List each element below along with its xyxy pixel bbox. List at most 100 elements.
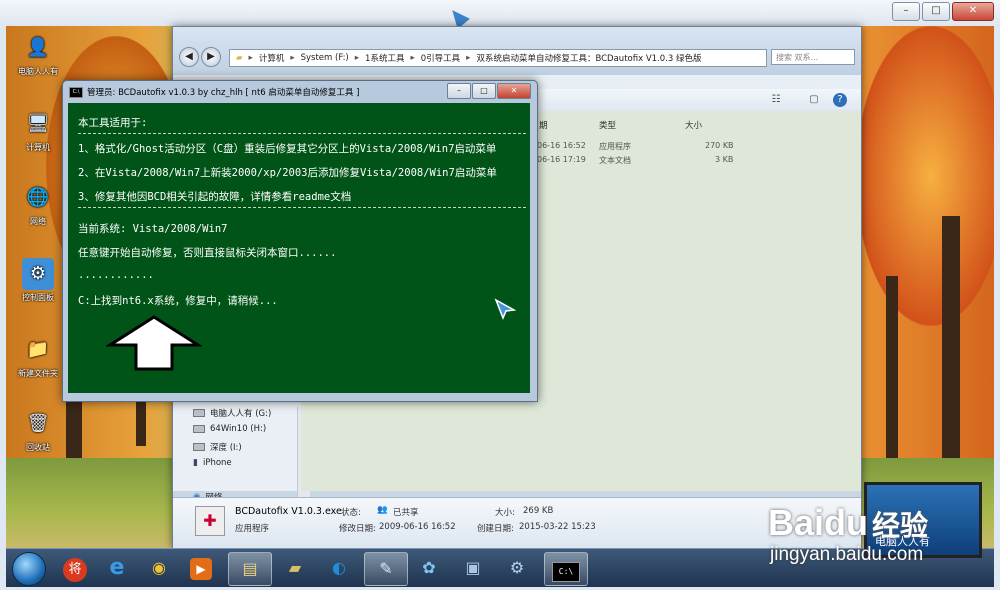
- phone-icon: ▮: [193, 458, 198, 468]
- taskbar-app-ie[interactable]: e: [98, 552, 136, 584]
- breadcrumb-separator: ▸: [248, 53, 253, 63]
- details-filename: BCDautofix V1.0.3.exe: [235, 506, 342, 517]
- desktop-icon-label: 电脑人人有: [18, 67, 58, 76]
- desktop-icon-new-folder[interactable]: 📁 新建文件夹: [10, 334, 66, 379]
- taskbar-app-media[interactable]: ▶: [182, 552, 220, 584]
- console-close-button[interactable]: ✕: [497, 83, 531, 99]
- baidu-logo: Baidu 经验: [768, 502, 928, 544]
- user-folder-icon: 👤: [26, 37, 50, 58]
- desktop-icon-computer[interactable]: 🖥 计算机: [10, 108, 66, 153]
- details-pane: ✚ BCDautofix V1.0.3.exe 应用程序 状态: 👥 已共享 修…: [173, 497, 861, 548]
- row-date: 06-16 16:52: [537, 141, 586, 150]
- explorer-nav-buttons: ◀ ▶: [179, 47, 221, 67]
- file-row[interactable]: 06-16 17:19: [537, 155, 737, 164]
- tool-icon: ⚙: [509, 558, 525, 577]
- breadcrumb-item[interactable]: 计算机: [259, 52, 285, 64]
- breadcrumb-separator: ▸: [466, 53, 471, 63]
- console-line-intro: 本工具适用于:: [78, 117, 148, 129]
- nav-item-drive-i[interactable]: 深度 (I:): [193, 441, 242, 453]
- chrome-icon: ◉: [152, 558, 166, 577]
- folder-icon: ▰: [288, 558, 302, 577]
- breadcrumb-item[interactable]: 0引导工具: [421, 52, 460, 64]
- console-window-controls: – □ ✕: [447, 83, 531, 99]
- breadcrumb-item[interactable]: 1系统工具: [365, 52, 404, 64]
- forward-button[interactable]: ▶: [201, 47, 221, 67]
- outer-titlebar: – □ ✕: [0, 0, 1000, 26]
- computer-icon: 🖥: [26, 113, 50, 134]
- baidu-watermark: 电脑人人有 Baidu 经验 jingyan.baidu.com: [760, 482, 1000, 582]
- folder-icon: 📁: [26, 339, 50, 360]
- taskbar-app-explorer[interactable]: ▤: [228, 552, 272, 586]
- column-header-type[interactable]: 类型: [599, 119, 616, 131]
- nav-item-label: 电脑人人有 (G:): [210, 409, 272, 419]
- console-maximize-button[interactable]: □: [472, 83, 496, 99]
- browser-icon: ◐: [332, 558, 346, 577]
- nav-item-drive-h[interactable]: 64Win10 (H:): [193, 424, 266, 434]
- nav-item-drive-g[interactable]: 电脑人人有 (G:): [193, 407, 271, 419]
- details-modified-value: 2009-06-16 16:52: [379, 522, 456, 532]
- console-line-item1: 1、格式化/Ghost活动分区（C盘）重装后修复其它分区上的Vista/2008…: [78, 143, 497, 155]
- details-size-label: 大小:: [495, 508, 515, 518]
- taskbar-app-notes[interactable]: ✎: [364, 552, 408, 586]
- details-filetype: 应用程序: [235, 524, 270, 534]
- nav-item-iphone[interactable]: ▮ iPhone: [193, 458, 232, 468]
- wallpaper-tree: [856, 26, 994, 326]
- drive-icon: [193, 425, 205, 433]
- column-header-date[interactable]: 期: [539, 119, 548, 131]
- taskbar-app-browser[interactable]: ◐: [320, 552, 358, 584]
- taskbar-app-tool[interactable]: ⚙: [498, 552, 536, 584]
- console-minimize-button[interactable]: –: [447, 83, 471, 99]
- console-line-dots: ............: [78, 269, 154, 281]
- search-input[interactable]: 搜索 双系...: [771, 49, 855, 65]
- console-divider: [78, 133, 526, 134]
- breadcrumb-separator: ▸: [290, 53, 295, 63]
- start-button[interactable]: [12, 552, 46, 586]
- column-header-size[interactable]: 大小: [685, 119, 702, 131]
- desktop-icon-network[interactable]: 🌐 网络: [10, 182, 66, 227]
- desktop-icon-control-panel[interactable]: ⚙ 控制面板: [10, 258, 66, 303]
- console-line-status: C:上找到nt6.x系统，修复中，请稍候...: [78, 295, 278, 307]
- taskbar-app-console[interactable]: C:\: [544, 552, 588, 586]
- back-button[interactable]: ◀: [179, 47, 199, 67]
- console-line-item3: 3、修复其他因BCD相关引起的故障，详情参看readme文档: [78, 191, 352, 203]
- console-divider: [78, 207, 526, 208]
- console-window: C:\ 管理员: BCDautofix v1.0.3 by chz_hlh [ …: [62, 80, 538, 402]
- desktop-icon-user[interactable]: 👤 电脑人人有: [10, 32, 66, 77]
- console-line-current-system: 当前系统: Vista/2008/Win7: [78, 223, 228, 235]
- explorer-header: ◀ ▶ ▰ ▸ 计算机 ▸ System (F:) ▸ 1系统工具 ▸ 0引导工…: [173, 27, 861, 75]
- display-icon: ▣: [465, 558, 481, 577]
- help-icon[interactable]: ?: [833, 93, 847, 107]
- taskbar-app-folder[interactable]: ▰: [276, 552, 314, 584]
- desktop-icon-recycle-bin[interactable]: 🗑 回收站: [10, 408, 66, 453]
- console-icon: C:\: [69, 86, 83, 98]
- up-arrow-icon: [106, 315, 202, 371]
- details-created-label: 创建日期:: [477, 524, 514, 534]
- app-360-icon: 将: [63, 558, 87, 582]
- preview-pane-icon[interactable]: ▢: [807, 93, 821, 107]
- taskbar-app-display[interactable]: ▣: [454, 552, 492, 584]
- taskbar-app-360[interactable]: 将: [56, 552, 94, 584]
- view-options-icon[interactable]: ☷: [769, 93, 783, 107]
- drive-icon: [193, 409, 205, 417]
- outer-window: – □ ✕ 👤 电脑人人有 🖥 计算机 🌐 网络 ⚙ 控制面板 📁 新建文件夹 …: [0, 0, 1000, 590]
- minimize-button[interactable]: –: [892, 2, 920, 21]
- mouse-cursor-icon: [494, 298, 516, 320]
- taskbar-app-flower[interactable]: ✿: [410, 552, 448, 584]
- media-player-icon: ▶: [190, 558, 212, 580]
- taskbar-app-chrome[interactable]: ◉: [140, 552, 178, 584]
- details-modified-label: 修改日期:: [339, 524, 376, 534]
- wallpaper-trunk: [942, 216, 960, 496]
- breadcrumb-item[interactable]: 双系统启动菜单自动修复工具：BCDautofix V1.0.3 绿色版: [476, 52, 701, 64]
- desktop-icon-label: 控制面板: [22, 293, 54, 302]
- console-line-item2: 2、在Vista/2008/Win7上新装2000/xp/2003后添加修复Vi…: [78, 167, 497, 179]
- console-title: 管理员: BCDautofix v1.0.3 by chz_hlh [ nt6 …: [87, 88, 360, 98]
- desktop-icon-label: 回收站: [26, 443, 50, 452]
- address-bar[interactable]: ▰ ▸ 计算机 ▸ System (F:) ▸ 1系统工具 ▸ 0引导工具 ▸ …: [229, 49, 767, 67]
- file-row-type: 文本文档: [599, 156, 631, 165]
- console-output[interactable]: 本工具适用于: 1、格式化/Ghost活动分区（C盘）重装后修复其它分区上的Vi…: [68, 103, 530, 393]
- breadcrumb-item[interactable]: System (F:): [301, 53, 349, 63]
- maximize-button[interactable]: □: [922, 2, 950, 21]
- nav-item-label: 深度 (I:): [210, 443, 242, 453]
- close-button[interactable]: ✕: [952, 2, 994, 21]
- details-state-value: 已共享: [393, 508, 419, 518]
